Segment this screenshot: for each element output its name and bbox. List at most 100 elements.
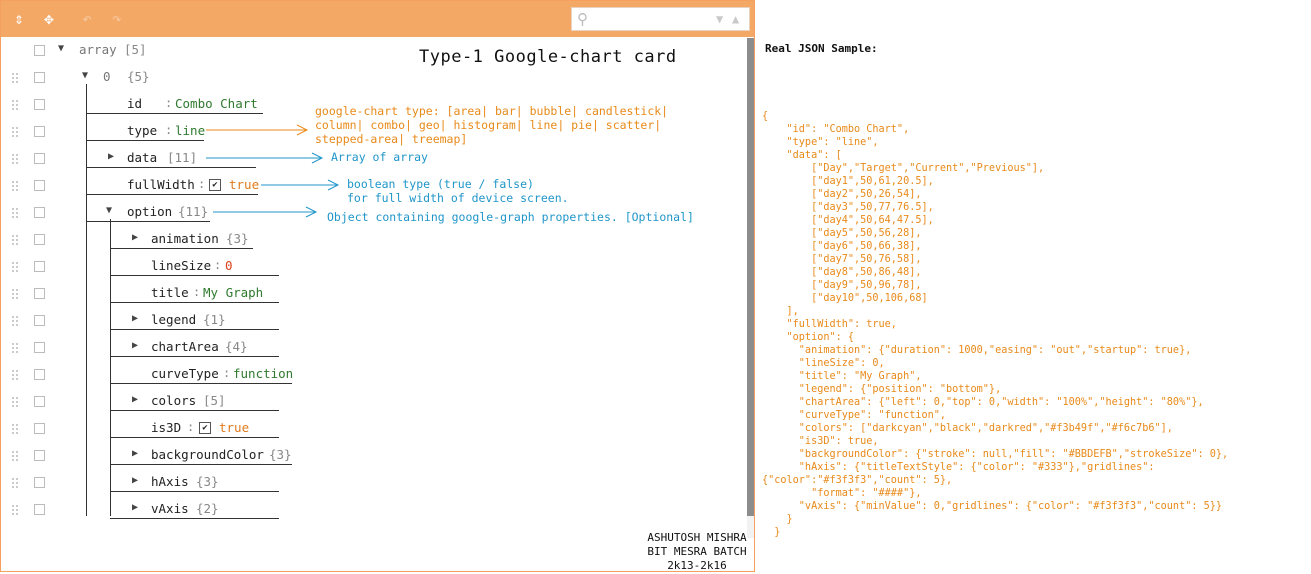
tree-row-array[interactable]: ▼ array [5]	[1, 40, 745, 62]
node-key[interactable]: data	[127, 150, 157, 165]
tree-row-haxis[interactable]: ▶ hAxis {3}	[1, 472, 745, 494]
node-key[interactable]: lineSize	[151, 258, 211, 273]
drag-handle-icon[interactable]	[11, 180, 19, 192]
expand-icon[interactable]: ▶	[132, 475, 144, 486]
search-next-icon[interactable]: ▼	[716, 12, 723, 26]
drag-handle-icon[interactable]	[11, 342, 19, 354]
boolean-checkbox[interactable]: ✔	[199, 422, 211, 434]
drag-handle-icon[interactable]	[11, 72, 19, 84]
drag-handle-icon[interactable]	[11, 423, 19, 435]
context-menu-button[interactable]	[34, 234, 45, 245]
context-menu-button[interactable]	[34, 342, 45, 353]
context-menu-button[interactable]	[34, 153, 45, 164]
search-input[interactable]	[596, 11, 710, 29]
node-key[interactable]: vAxis	[151, 501, 189, 516]
expand-icon[interactable]: ▶	[132, 340, 144, 351]
node-key[interactable]: backgroundColor	[151, 447, 264, 462]
tree-row-0[interactable]: ▼ 0 {5}	[1, 67, 745, 89]
node-key[interactable]: is3D	[151, 420, 181, 435]
context-menu-button[interactable]	[34, 180, 45, 191]
node-key[interactable]: type	[127, 123, 157, 138]
drag-handle-icon[interactable]	[11, 396, 19, 408]
node-key[interactable]: fullWidth	[127, 177, 195, 192]
context-menu-button[interactable]	[34, 72, 45, 83]
node-key[interactable]: title	[151, 285, 189, 300]
sample-title: Real JSON Sample:	[765, 42, 878, 55]
drag-handle-icon[interactable]	[11, 504, 19, 516]
node-value[interactable]: 0	[225, 258, 233, 273]
tree-row-chartarea[interactable]: ▶ chartArea {4}	[1, 337, 745, 359]
node-value[interactable]: Combo Chart	[175, 96, 258, 111]
context-menu-button[interactable]	[34, 450, 45, 461]
context-menu-button[interactable]	[34, 396, 45, 407]
undo-icon[interactable]: ↶	[77, 9, 97, 29]
node-key[interactable]: chartArea	[151, 339, 219, 354]
collapse-all-icon[interactable]: ⇕	[9, 9, 29, 29]
context-menu-button[interactable]	[34, 261, 45, 272]
drag-handle-icon[interactable]	[11, 477, 19, 489]
drag-handle-icon[interactable]	[11, 153, 19, 165]
boolean-checkbox[interactable]: ✔	[209, 179, 221, 191]
collapse-icon[interactable]: ▼	[82, 70, 94, 81]
expand-icon[interactable]: ▶	[132, 313, 144, 324]
tree-row-backgroundcolor[interactable]: ▶ backgroundColor {3}	[1, 445, 745, 467]
drag-handle-icon[interactable]	[11, 315, 19, 327]
context-menu-button[interactable]	[34, 315, 45, 326]
node-value[interactable]: function	[233, 366, 293, 381]
tree-row-curvetype[interactable]: curveType : function	[1, 364, 745, 386]
expand-icon[interactable]: ▶	[132, 394, 144, 405]
key-separator: :	[165, 96, 173, 110]
collapse-icon[interactable]: ▼	[58, 43, 70, 54]
node-value[interactable]: My Graph	[203, 285, 263, 300]
tree-row-linesize[interactable]: lineSize : 0	[1, 256, 745, 278]
tree-row-vaxis[interactable]: ▶ vAxis {2}	[1, 499, 745, 521]
drag-handle-icon[interactable]	[11, 234, 19, 246]
tree-row-is3d[interactable]: is3D : ✔ true	[1, 418, 745, 440]
context-menu-button[interactable]	[34, 99, 45, 110]
node-key[interactable]: hAxis	[151, 474, 189, 489]
node-key[interactable]: animation	[151, 231, 219, 246]
expand-icon[interactable]: ▶	[132, 448, 144, 459]
drag-handle-icon[interactable]	[11, 450, 19, 462]
context-menu-button[interactable]	[34, 207, 45, 218]
expand-icon[interactable]: ▶	[132, 502, 144, 513]
node-key[interactable]: id	[127, 96, 142, 111]
search-previous-icon[interactable]: ▲	[732, 12, 739, 26]
node-key[interactable]: curveType	[151, 366, 219, 381]
node-key[interactable]: 0	[103, 69, 111, 84]
drag-handle-icon[interactable]	[11, 261, 19, 273]
context-menu-button[interactable]	[34, 423, 45, 434]
node-value[interactable]: true	[219, 420, 249, 435]
tree-row-colors[interactable]: ▶ colors [5]	[1, 391, 745, 413]
drag-handle-icon[interactable]	[11, 369, 19, 381]
collapse-icon[interactable]: ▼	[106, 205, 118, 216]
search-box[interactable]: ⚲ ▼ ▲	[571, 7, 750, 31]
context-menu-button[interactable]	[34, 477, 45, 488]
tree-row-animation[interactable]: ▶ animation {3}	[1, 229, 745, 251]
expand-icon[interactable]: ▶	[108, 151, 120, 162]
node-key[interactable]: option	[127, 204, 172, 219]
node-key[interactable]: colors	[151, 393, 196, 408]
expand-icon[interactable]: ▶	[132, 232, 144, 243]
context-menu-button[interactable]	[34, 504, 45, 515]
drag-handle-icon[interactable]	[11, 288, 19, 300]
context-menu-button[interactable]	[34, 45, 45, 56]
scrollbar-thumb[interactable]	[747, 38, 754, 516]
tree-row-legend[interactable]: ▶ legend {1}	[1, 310, 745, 332]
node-key[interactable]: legend	[151, 312, 196, 327]
json-sample-line: "chartArea": {"left": 0,"top": 0,"width"…	[762, 397, 1204, 408]
drag-handle-icon[interactable]	[11, 126, 19, 138]
tree-row-title[interactable]: title : My Graph	[1, 283, 745, 305]
drag-handle-icon[interactable]	[11, 99, 19, 111]
node-value[interactable]: line	[175, 123, 205, 138]
drag-handle-icon[interactable]	[11, 207, 19, 219]
node-key[interactable]: array	[79, 42, 117, 57]
context-menu-button[interactable]	[34, 369, 45, 380]
context-menu-button[interactable]	[34, 126, 45, 137]
context-menu-button[interactable]	[34, 288, 45, 299]
redo-icon[interactable]: ↷	[107, 9, 127, 29]
type-annotation-line: stepped-area| treemap]	[315, 132, 468, 146]
expand-all-icon[interactable]: ✥	[39, 9, 59, 29]
node-value[interactable]: true	[229, 177, 259, 192]
type-annotation-line: column| combo| geo| histogram| line| pie…	[315, 118, 662, 132]
